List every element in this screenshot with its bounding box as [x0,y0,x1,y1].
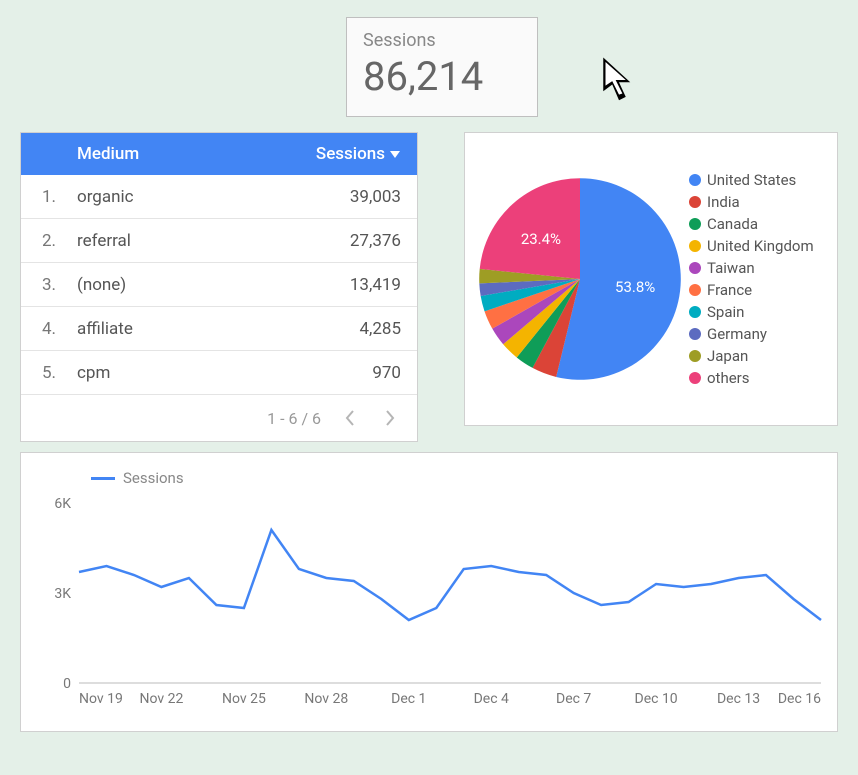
row-medium: referral [77,231,287,251]
svg-text:Nov 25: Nov 25 [222,691,266,707]
legend-label: France [707,281,752,299]
legend-item[interactable]: Spain [689,303,829,321]
column-header-medium[interactable]: Medium [77,144,287,164]
legend-label: Germany [707,325,767,343]
chevron-left-icon [343,408,357,428]
row-sessions: 13,419 [287,275,417,295]
scorecard-value: 86,214 [363,53,521,100]
chevron-right-icon [383,408,397,428]
svg-text:Nov 22: Nov 22 [140,691,184,707]
row-sessions: 4,285 [287,319,417,339]
mouse-cursor-icon [601,55,637,105]
svg-text:Dec 16: Dec 16 [778,691,821,707]
legend-item[interactable]: France [689,281,829,299]
row-medium: organic [77,187,287,207]
svg-text:Dec 10: Dec 10 [635,691,678,707]
svg-text:Dec 4: Dec 4 [474,691,509,707]
legend-dot-icon [689,350,701,362]
table-row[interactable]: 2. referral 27,376 [21,219,417,263]
legend-label: United Kingdom [707,237,814,255]
scorecard-label: Sessions [363,30,521,51]
sessions-scorecard[interactable]: Sessions 86,214 [346,17,538,117]
row-index: 2. [21,231,77,251]
line-legend-swatch [91,477,115,480]
legend-dot-icon [689,196,701,208]
line-graphic: 0 3K 6K Nov 19 Nov 22 Nov 25 Nov 28 Dec 1 Dec 4 D… [31,493,831,713]
medium-sessions-table[interactable]: Medium Sessions 1. organic 39,0032. refe… [20,132,418,442]
row-index: 4. [21,319,77,339]
pie-slice-label-main: 53.8% [615,278,655,296]
legend-dot-icon [689,284,701,296]
svg-text:Nov 19: Nov 19 [79,691,123,707]
legend-dot-icon [689,174,701,186]
legend-label: Taiwan [707,259,755,277]
legend-dot-icon [689,306,701,318]
row-index: 3. [21,275,77,295]
row-medium: (none) [77,275,287,295]
table-row[interactable]: 5. cpm 970 [21,351,417,395]
pie-graphic: 53.8% 23.4% [475,174,685,384]
table-row[interactable]: 3. (none) 13,419 [21,263,417,307]
legend-label: others [707,369,750,387]
svg-text:Dec 13: Dec 13 [717,691,760,707]
row-index: 1. [21,187,77,207]
svg-text:Dec 1: Dec 1 [391,691,426,707]
row-medium: cpm [77,363,287,383]
legend-item[interactable]: others [689,369,829,387]
legend-item[interactable]: United States [689,171,829,189]
legend-label: Canada [707,215,758,233]
country-pie-chart[interactable]: 53.8% 23.4% United StatesIndiaCanadaUnit… [464,132,838,426]
sessions-line-chart[interactable]: Sessions 0 3K 6K Nov 19 Nov 22 Nov 25 Nov 28 De… [20,452,838,732]
legend-item[interactable]: Germany [689,325,829,343]
legend-dot-icon [689,240,701,252]
line-legend-label: Sessions [123,469,184,487]
pagination-range: 1 - 6 / 6 [267,409,321,428]
legend-dot-icon [689,218,701,230]
line-legend: Sessions [91,469,827,487]
legend-item[interactable]: Taiwan [689,259,829,277]
next-page-button[interactable] [379,407,401,429]
prev-page-button[interactable] [339,407,361,429]
legend-item[interactable]: Canada [689,215,829,233]
svg-text:Nov 28: Nov 28 [304,691,348,707]
legend-item[interactable]: India [689,193,829,211]
pie-slice-label-others: 23.4% [521,230,561,248]
svg-text:6K: 6K [54,496,71,512]
legend-label: India [707,193,740,211]
legend-item[interactable]: United Kingdom [689,237,829,255]
row-sessions: 39,003 [287,187,417,207]
svg-text:0: 0 [63,676,71,692]
legend-dot-icon [689,372,701,384]
table-row[interactable]: 1. organic 39,003 [21,175,417,219]
row-index: 5. [21,363,77,383]
svg-text:3K: 3K [54,586,71,602]
legend-label: Japan [707,347,748,365]
column-header-sessions[interactable]: Sessions [287,144,417,164]
row-sessions: 970 [287,363,417,383]
row-sessions: 27,376 [287,231,417,251]
legend-dot-icon [689,262,701,274]
table-footer: 1 - 6 / 6 [21,395,417,441]
legend-label: United States [707,171,796,189]
legend-dot-icon [689,328,701,340]
sort-desc-icon [389,149,401,159]
pie-legend: United States India Canada United Kingdom Ta… [685,163,837,395]
table-row[interactable]: 4. affiliate 4,285 [21,307,417,351]
row-medium: affiliate [77,319,287,339]
legend-item[interactable]: Japan [689,347,829,365]
legend-label: Spain [707,303,744,321]
table-header: Medium Sessions [21,133,417,175]
svg-text:Dec 7: Dec 7 [556,691,591,707]
